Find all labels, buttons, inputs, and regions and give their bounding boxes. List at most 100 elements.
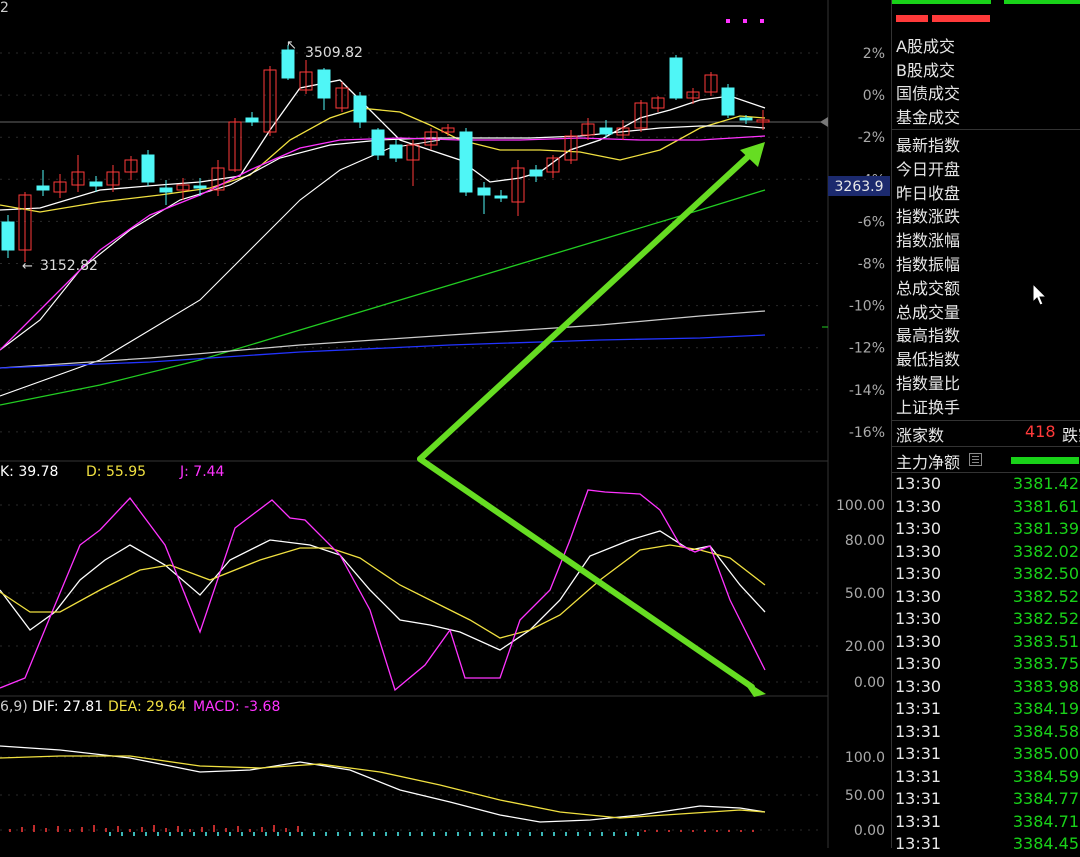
tick-row[interactable]: 13:30 3383.51 — [892, 632, 1080, 655]
main-fund-bar — [1011, 457, 1079, 464]
tick-row[interactable]: 13:31 3384.77 — [892, 789, 1080, 812]
tick-time: 13:31 — [895, 721, 942, 741]
tick-time: 13:30 — [895, 564, 942, 583]
low-annotation: ← 3152.82 — [22, 258, 98, 274]
tick-row[interactable]: 13:30 3382.50 — [892, 564, 1080, 587]
top-marker-dots — [726, 19, 764, 23]
tick-row[interactable]: 13:30 3382.02 — [892, 542, 1080, 565]
mouse-cursor-icon — [1032, 283, 1048, 306]
top-bar-green-1 — [892, 0, 991, 4]
tick-price: 3383.75 — [1012, 654, 1079, 673]
ref-line-marker — [820, 117, 828, 127]
top-bar-red-2 — [932, 15, 990, 22]
tick-row[interactable]: 13:31 3384.71 — [892, 812, 1080, 835]
tick-price: 3385.00 — [1012, 744, 1079, 763]
svg-text:MACD: -3.68: MACD: -3.68 — [193, 699, 280, 715]
tick-row[interactable]: 13:31 3384.45 — [892, 834, 1080, 857]
kdj-axis-label: 20.00 — [845, 639, 885, 655]
advancers-value: 418 — [1025, 422, 1056, 441]
tick-row[interactable]: 13:30 3383.98 — [892, 677, 1080, 700]
decliners-label: 跌家 — [1062, 426, 1080, 445]
svg-text:←: ← — [22, 259, 33, 274]
svg-text:D: 55.95: D: 55.95 — [86, 464, 146, 480]
menu-item[interactable]: B股成交 — [896, 57, 955, 81]
tick-row[interactable]: 13:30 3382.52 — [892, 587, 1080, 610]
svg-text:DEA: 29.64: DEA: 29.64 — [108, 699, 186, 715]
field-label: 最高指数 — [896, 326, 961, 346]
tick-time: 13:30 — [895, 519, 942, 538]
tick-time: 13:30 — [895, 631, 942, 651]
menu-item[interactable]: 基金成交 — [896, 104, 960, 128]
price-axis-label: -12% — [849, 341, 885, 357]
tick-price: 3383.51 — [1012, 631, 1079, 651]
svg-text:↖: ↖ — [286, 38, 297, 53]
tick-time: 13:31 — [895, 699, 942, 718]
tick-time: 13:30 — [895, 676, 942, 696]
price-axis: 2%0%-2%-4%-6%-8%-10%-12%-14%-16% — [849, 46, 885, 441]
price-axis-label: -14% — [849, 383, 885, 399]
price-grid — [0, 52, 824, 433]
macd-axis: 100.0 50.00 0.00 — [845, 750, 885, 839]
tick-price: 3384.71 — [1012, 811, 1079, 831]
tick-row[interactable]: 13:31 3384.58 — [892, 722, 1080, 745]
field-label: 总成交量 — [896, 302, 961, 322]
tick-time: 13:31 — [895, 834, 942, 853]
menu-item[interactable]: 国债成交 — [896, 80, 960, 104]
high-annotation: ↖ 3509.82 — [286, 38, 363, 61]
macd-axis-label: 50.00 — [845, 788, 885, 804]
tick-row[interactable]: 13:31 3384.59 — [892, 767, 1080, 790]
macd-axis-label: 100.0 — [845, 750, 885, 766]
tick-price: 3382.52 — [1012, 586, 1079, 606]
top-bar-green-2 — [1004, 0, 1080, 4]
tick-row[interactable]: 13:30 3381.61 — [892, 497, 1080, 520]
price-axis-label: -16% — [849, 425, 885, 441]
tick-price: 3382.50 — [1012, 564, 1079, 583]
macd-legend: 6,9) DIF: 27.81 DEA: 29.64 MACD: -3.68 — [0, 699, 280, 715]
kdj-axis: 100.00 80.00 50.00 20.00 0.00 — [836, 498, 885, 691]
tick-price: 3381.42 — [1012, 474, 1079, 493]
tick-price: 3384.59 — [1012, 766, 1079, 786]
top-bar-red-1 — [896, 15, 928, 22]
field-label: 指数涨跌 — [896, 207, 961, 227]
candlestick-chart[interactable]: 2 ↖ 3509.82 ← 3152.82 2%0%-2%-4%-6%-8%-1… — [0, 0, 890, 848]
macd-axis-label: 0.00 — [854, 823, 885, 839]
tick-time: 13:31 — [895, 789, 942, 808]
tick-row[interactable]: 13:30 3381.42 — [892, 474, 1080, 497]
kdj-axis-label: 50.00 — [845, 586, 885, 602]
moving-averages — [0, 79, 766, 406]
kdj-lines — [0, 489, 766, 692]
tick-row[interactable]: 13:30 3383.75 — [892, 654, 1080, 677]
price-axis-label: -6% — [858, 214, 885, 230]
field-label: 昨日收盘 — [896, 183, 961, 203]
field-label: 最新指数 — [896, 136, 961, 155]
tick-price: 3382.52 — [1012, 609, 1079, 628]
advancers-label: 涨家数 — [896, 426, 945, 445]
tick-price: 3384.77 — [1012, 789, 1079, 808]
field-label: 指数振幅 — [896, 255, 961, 274]
field-label: 今日开盘 — [896, 159, 961, 179]
macd-lines — [0, 745, 766, 836]
field-label: 总成交额 — [896, 278, 961, 298]
tick-time: 13:30 — [895, 654, 942, 673]
svg-text:3152.82: 3152.82 — [40, 258, 98, 274]
price-axis-label: 0% — [863, 88, 885, 104]
tick-row[interactable]: 13:31 3384.19 — [892, 699, 1080, 722]
menu-item[interactable]: A股成交 — [896, 33, 955, 57]
field-label: 指数量比 — [896, 374, 961, 393]
kdj-axis-label: 80.00 — [845, 533, 885, 549]
tick-row[interactable]: 13:30 3381.39 — [892, 519, 1080, 542]
svg-text:DIF: 27.81: DIF: 27.81 — [32, 699, 103, 715]
kdj-axis-label: 100.00 — [836, 498, 885, 514]
tick-price: 3382.02 — [1012, 541, 1079, 561]
tick-price: 3381.39 — [1012, 519, 1079, 538]
tick-row[interactable]: 13:30 3382.52 — [892, 609, 1080, 632]
quote-panel: A股成交 B股成交 国债成交 基金成交 最新指数 今日开盘 昨日收盘 指数涨跌 指数涨幅 指数振… — [891, 0, 1080, 853]
tick-time: 13:30 — [895, 609, 942, 628]
list-icon[interactable] — [969, 453, 982, 466]
tick-price: 3384.19 — [1012, 699, 1079, 718]
annotation-arrows — [417, 150, 755, 690]
tick-row[interactable]: 13:31 3385.00 — [892, 744, 1080, 767]
price-axis-label: -2% — [858, 130, 885, 146]
field-label: 上证换手 — [896, 397, 961, 417]
price-axis-label: 2% — [863, 46, 885, 62]
